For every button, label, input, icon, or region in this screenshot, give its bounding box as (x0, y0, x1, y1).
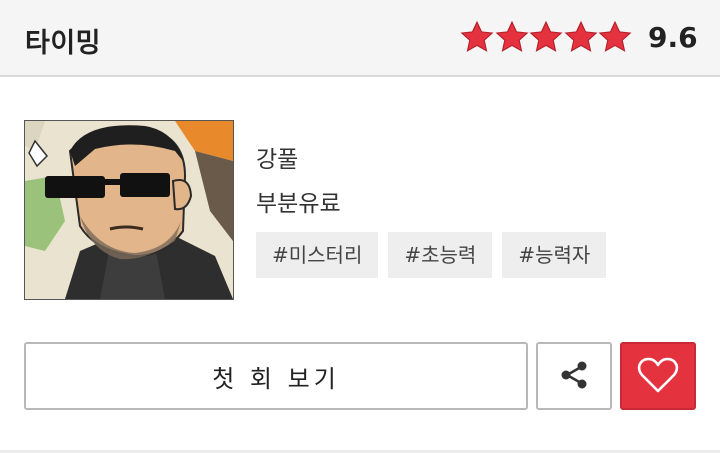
tag-superpower[interactable]: #초능력 (388, 232, 493, 278)
star-icon (495, 20, 529, 54)
tag-ability-user[interactable]: #능력자 (502, 232, 607, 278)
heart-icon (637, 356, 679, 397)
first-episode-button[interactable]: 첫 회 보기 (24, 342, 528, 410)
like-button[interactable] (620, 342, 696, 410)
star-icon (564, 20, 598, 54)
pricing-label: 부분유료 (256, 191, 341, 217)
tag-mystery[interactable]: #미스터리 (256, 232, 379, 278)
share-icon (557, 358, 591, 395)
share-button[interactable] (536, 342, 612, 410)
page-title: 타이밍 (25, 28, 102, 59)
rating-score: 9.6 (648, 21, 698, 54)
webtoon-thumbnail[interactable] (24, 120, 234, 300)
star-icon (529, 20, 563, 54)
star-icon (460, 20, 494, 54)
author-name[interactable]: 강풀 (256, 140, 298, 174)
title-header: 타이밍 9.6 (0, 0, 720, 77)
tag-list: #미스터리 #초능력 #능력자 (256, 232, 616, 278)
star-icon (598, 20, 632, 54)
star-rating (460, 20, 633, 56)
